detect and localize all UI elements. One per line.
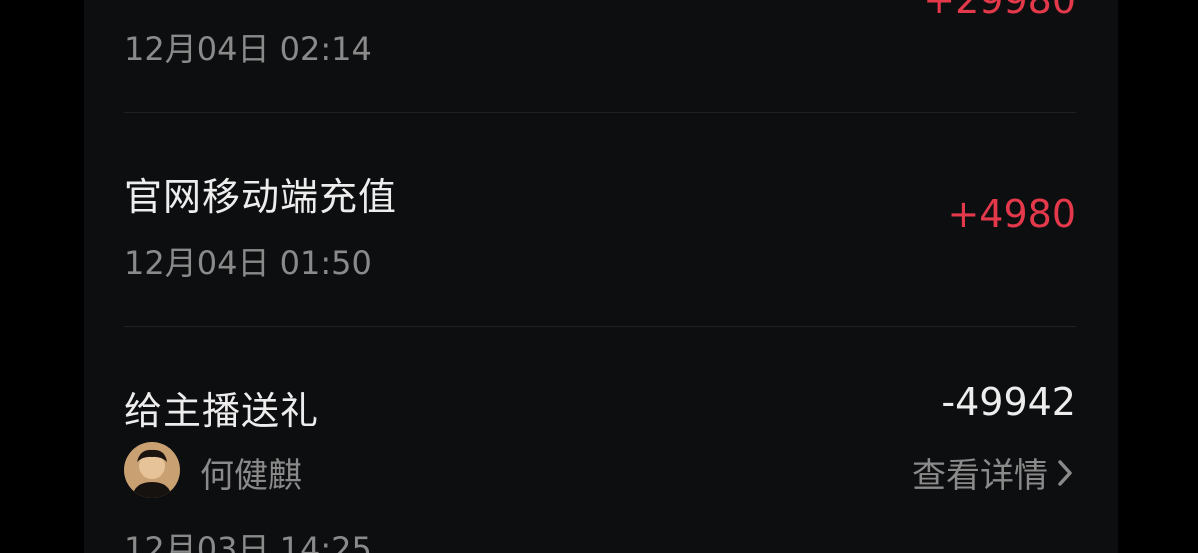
transaction-list-screen: +29980 12月04日 02:14 官网移动端充值 +4980 12月04日… <box>84 0 1118 553</box>
chevron-right-icon <box>1056 458 1074 488</box>
transaction-title: 给主播送礼 <box>124 389 320 433</box>
view-details-link[interactable]: 查看详情 <box>912 448 1074 497</box>
divider <box>124 112 1076 113</box>
avatar[interactable] <box>124 442 180 498</box>
divider <box>124 326 1076 327</box>
transaction-time: 12月04日 01:50 <box>124 244 372 282</box>
transaction-title: 官网移动端充值 <box>124 175 398 219</box>
transaction-time: 12月04日 02:14 <box>124 30 372 68</box>
transaction-time: 12月03日 14:25 <box>124 530 372 553</box>
view-details-label: 查看详情 <box>912 456 1048 496</box>
transaction-amount: -49942 <box>941 380 1076 424</box>
recipient-name: 何健麒 <box>200 456 302 496</box>
transaction-amount: +4980 <box>947 192 1076 236</box>
transaction-amount: +29980 <box>923 0 1076 22</box>
